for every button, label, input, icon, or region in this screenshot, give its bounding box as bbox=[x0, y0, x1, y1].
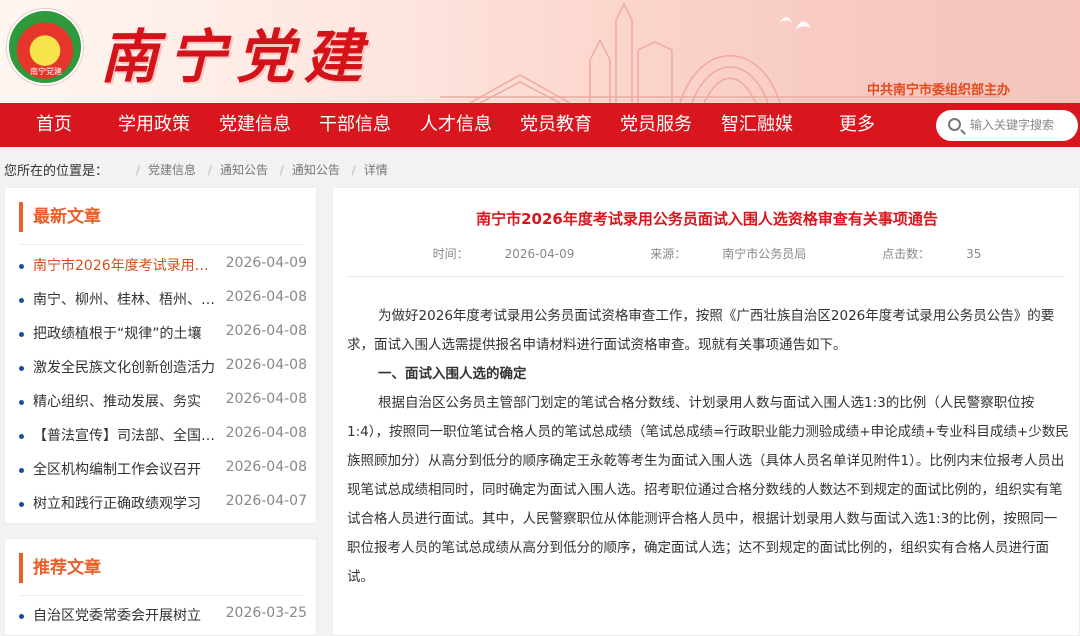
list-item-title[interactable]: 把政绩植根于“规律”的土壤 bbox=[33, 323, 221, 343]
bullet-icon bbox=[19, 366, 24, 371]
bullet-icon bbox=[19, 614, 24, 619]
list-item-date: 2026-04-08 bbox=[225, 357, 307, 373]
list-item-title[interactable]: 精心组织、推动发展、务实 bbox=[33, 391, 221, 411]
list-item[interactable]: 全区机构编制工作会议召开 2026-04-08 bbox=[19, 459, 307, 481]
list-item-title[interactable]: 南宁市2026年度考试录用公务员面试入围人选资格审查有关事项通告 bbox=[33, 255, 221, 275]
list-item[interactable]: 自治区党委常委会开展树立 2026-03-25 bbox=[19, 605, 307, 627]
article-content: 南宁市2026年度考试录用公务员面试入围人选资格审查有关事项通告 时间： 2026… bbox=[332, 187, 1080, 636]
breadcrumb-item-notices[interactable]: 通知公告 bbox=[220, 163, 268, 177]
breadcrumb-trail: / 党建信息 / 通知公告 / 通知公告 / 详情 bbox=[128, 161, 388, 178]
list-item-date: 2026-03-25 bbox=[225, 605, 307, 621]
list-item-date: 2026-04-08 bbox=[225, 459, 307, 475]
list-item-title[interactable]: 【普法宣传】司法部、全国普法办 bbox=[33, 425, 221, 445]
party-logo-icon[interactable]: 南宁党建 bbox=[7, 9, 83, 85]
article-section-heading: 一、面试入围人选的确定 bbox=[378, 366, 527, 382]
list-item[interactable]: 激发全民族文化创新创造活力 2026-04-08 bbox=[19, 357, 307, 379]
list-item[interactable]: 树立和践行正确政绩观学习 2026-04-07 bbox=[19, 493, 307, 515]
search-input[interactable] bbox=[970, 115, 1074, 135]
breadcrumb-separator: / bbox=[136, 163, 141, 177]
breadcrumb-separator: / bbox=[207, 163, 212, 177]
divider bbox=[19, 595, 302, 596]
nav-item-talent-info[interactable]: 人才信息 bbox=[420, 103, 492, 147]
list-item[interactable]: 南宁市2026年度考试录用公务员面试入围人选资格审查有关事项通告2026-04-… bbox=[19, 255, 307, 277]
breadcrumb-item-notices-sub[interactable]: 通知公告 bbox=[292, 163, 340, 177]
article-paragraph: 根据自治区公务员主管部门划定的笔试合格分数线、计划录用人数与面试入围人选1:3的… bbox=[347, 395, 1069, 585]
bullet-icon bbox=[19, 298, 24, 303]
nav-item-cadre-info[interactable]: 干部信息 bbox=[319, 103, 391, 147]
list-item-date: 2026-04-09 bbox=[225, 255, 307, 271]
nav-item-policy[interactable]: 学用政策 bbox=[118, 103, 190, 147]
bullet-icon bbox=[19, 400, 24, 405]
main-nav: 首页 学用政策 党建信息 干部信息 人才信息 党员教育 党员服务 智汇融媒 更多 bbox=[0, 103, 1080, 147]
list-item-title[interactable]: 自治区党委常委会开展树立 bbox=[33, 605, 221, 625]
bullet-icon bbox=[19, 264, 24, 269]
bullet-icon bbox=[19, 332, 24, 337]
latest-articles-panel: 最新文章 南宁市2026年度考试录用公务员面试入围人选资格审查有关事项通告202… bbox=[4, 187, 317, 524]
list-item-title[interactable]: 南宁、柳州、桂林、梧州、北海 bbox=[33, 289, 221, 309]
organizer-text: 中共南宁市委组织部主办 bbox=[866, 83, 1010, 98]
search-icon[interactable] bbox=[948, 118, 961, 131]
recommended-articles-heading: 推荐文章 bbox=[19, 553, 101, 583]
list-item[interactable]: 南宁、柳州、桂林、梧州、北海 2026-04-08 bbox=[19, 289, 307, 311]
nav-item-home[interactable]: 首页 bbox=[36, 103, 72, 147]
list-item-title[interactable]: 激发全民族文化创新创造活力 bbox=[33, 357, 221, 377]
site-brand[interactable]: 南宁党建 bbox=[100, 10, 372, 94]
logo-text: 南宁党建 bbox=[30, 67, 62, 76]
list-item-date: 2026-04-08 bbox=[225, 391, 307, 407]
article-title: 南宁市2026年度考试录用公务员面试入围人选资格审查有关事项通告 bbox=[476, 210, 938, 228]
list-item-date: 2026-04-07 bbox=[225, 493, 307, 509]
article-time: 时间： 2026-04-09 bbox=[432, 247, 575, 261]
article-clicks: 点击数： 35 bbox=[882, 247, 982, 261]
list-item[interactable]: 把政绩植根于“规律”的土壤 2026-04-08 bbox=[19, 323, 307, 345]
list-item[interactable]: 精心组织、推动发展、务实 2026-04-08 bbox=[19, 391, 307, 413]
recommended-articles-panel: 推荐文章 自治区党委常委会开展树立 2026-03-25 bbox=[4, 538, 317, 636]
breadcrumb-separator: / bbox=[279, 163, 284, 177]
bullet-icon bbox=[19, 502, 24, 507]
site-banner: 南宁党建 南宁党建 中共南宁市委组织部主办 bbox=[0, 0, 1080, 103]
list-item-date: 2026-04-08 bbox=[225, 289, 307, 305]
list-item-date: 2026-04-08 bbox=[225, 425, 307, 441]
breadcrumb-label: 您所在的位置是： bbox=[4, 164, 109, 179]
breadcrumb-separator: / bbox=[351, 163, 356, 177]
bullet-icon bbox=[19, 468, 24, 473]
latest-articles-heading: 最新文章 bbox=[19, 202, 101, 232]
bullet-icon bbox=[19, 434, 24, 439]
list-item-date: 2026-04-08 bbox=[225, 323, 307, 339]
breadcrumb: 您所在的位置是： / 党建信息 / 通知公告 / 通知公告 / 详情 bbox=[0, 147, 1080, 187]
article-paragraph: 为做好2026年度考试录用公务员面试资格审查工作，按照《广西壮族自治区2026年… bbox=[347, 308, 1055, 353]
list-item[interactable]: 【普法宣传】司法部、全国普法办2026-04-08 bbox=[19, 425, 307, 447]
article-source: 来源： 南宁市公务员局 bbox=[650, 247, 807, 261]
nav-item-member-service[interactable]: 党员服务 bbox=[620, 103, 692, 147]
article-meta: 时间： 2026-04-09 来源： 南宁市公务员局 点击数： 35 bbox=[333, 245, 1080, 262]
divider bbox=[19, 244, 302, 245]
breadcrumb-item-party-info[interactable]: 党建信息 bbox=[148, 163, 196, 177]
nav-item-member-education[interactable]: 党员教育 bbox=[520, 103, 592, 147]
breadcrumb-item-detail: 详情 bbox=[363, 163, 388, 177]
nav-item-media[interactable]: 智汇融媒 bbox=[721, 103, 793, 147]
list-item-title[interactable]: 树立和践行正确政绩观学习 bbox=[33, 493, 221, 513]
nav-item-more[interactable]: 更多 bbox=[839, 103, 875, 147]
nav-item-party-info[interactable]: 党建信息 bbox=[219, 103, 291, 147]
list-item-title[interactable]: 全区机构编制工作会议召开 bbox=[33, 459, 221, 479]
article-body: 为做好2026年度考试录用公务员面试资格审查工作，按照《广西壮族自治区2026年… bbox=[347, 302, 1069, 592]
search-box[interactable] bbox=[936, 110, 1078, 141]
divider bbox=[347, 276, 1065, 277]
